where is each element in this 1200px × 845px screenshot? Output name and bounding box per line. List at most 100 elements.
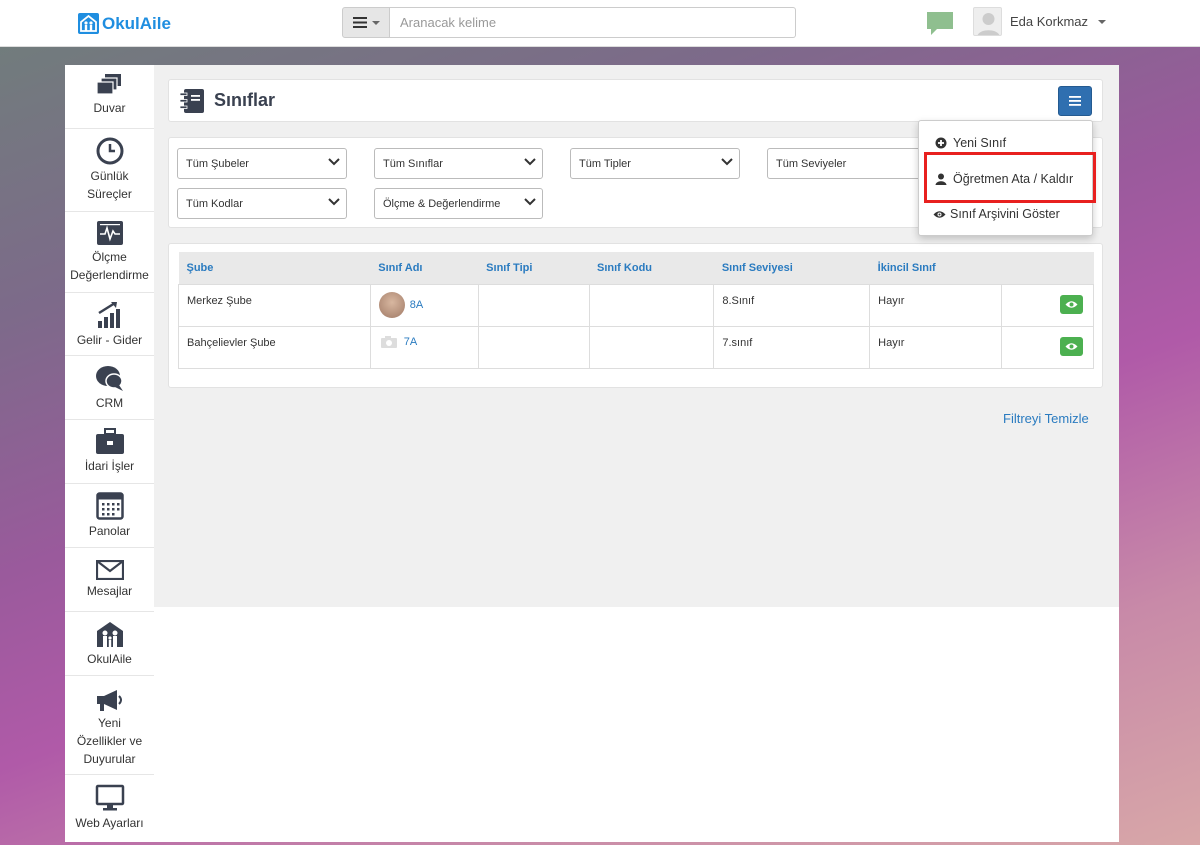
- highlight-box: [924, 152, 1096, 203]
- chat-bubbles-icon: [95, 366, 123, 391]
- type-filter-select[interactable]: Tüm Tipler: [570, 148, 740, 179]
- sidebar-item-label: Günlük Süreçler: [87, 169, 132, 201]
- sidebar-item-crm[interactable]: CRM: [65, 356, 154, 420]
- monitor-chart-icon: [96, 221, 123, 245]
- eye-icon: [1065, 300, 1078, 308]
- sidebar-item-label: OkulAile: [87, 652, 132, 666]
- brand-logo[interactable]: OkulAile: [78, 13, 171, 34]
- classes-table: Şube Sınıf Adı Sınıf Tipi Sınıf Kodu Sın…: [178, 252, 1095, 369]
- bar-growth-icon: [97, 301, 120, 328]
- column-header[interactable]: Sınıf Adı: [370, 252, 479, 285]
- cell-seviye: 7.sınıf: [713, 325, 871, 369]
- sidebar-item-label: Mesajlar: [86, 584, 133, 598]
- cell-sinif-kodu: [588, 325, 715, 369]
- table-row: Merkez Şube 8A 8.Sınıf Hayır: [178, 283, 1095, 327]
- page-header: Sınıflar: [168, 79, 1103, 122]
- eye-icon: [933, 210, 946, 218]
- user-menu[interactable]: Eda Korkmaz: [973, 7, 1107, 36]
- column-header[interactable]: Sınıf Kodu: [589, 252, 714, 285]
- sidebar-item-olcme-degerlendirme[interactable]: Ölçme Değerlendirme: [65, 212, 154, 293]
- eye-icon: [1065, 342, 1078, 350]
- family-logo-icon: [78, 13, 99, 34]
- select-value: Tüm Tipler: [579, 158, 631, 170]
- column-header[interactable]: Sınıf Seviyesi: [713, 252, 870, 285]
- table-row: Bahçelievler Şube 7A 7.sınıf Hayır: [178, 325, 1095, 369]
- avatar: [973, 7, 1002, 36]
- menu-item-show-archive[interactable]: Sınıf Arşivini Göster: [919, 202, 1092, 226]
- sidebar: Duvar Günlük Süreçler Ölçme Değerlendirm…: [65, 65, 154, 842]
- sidebar-item-yeni-ozellikler[interactable]: Yeni Özellikler ve Duyurular: [65, 676, 154, 775]
- sidebar-item-panolar[interactable]: Panolar: [65, 484, 154, 548]
- calendar-board-icon: [95, 492, 124, 520]
- cell-sinif-kodu: [588, 283, 715, 327]
- cell-actions: [1000, 325, 1095, 369]
- column-header[interactable]: Sınıf Tipi: [478, 252, 590, 285]
- briefcase-icon: [95, 428, 124, 454]
- select-value: Tüm Seviyeler: [776, 158, 847, 170]
- class-link[interactable]: 7A: [379, 334, 470, 350]
- class-photo: [378, 291, 405, 318]
- chevron-down-icon: [328, 158, 340, 166]
- sidebar-item-label: Duvar: [93, 101, 126, 115]
- chevron-down-icon: [721, 158, 733, 166]
- class-name: 7A: [403, 335, 418, 348]
- branch-filter-select[interactable]: Tüm Şubeler: [177, 148, 347, 179]
- chevron-down-icon: [524, 158, 536, 166]
- cell-ikincil: Hayır: [869, 283, 1002, 327]
- cell-sube: Bahçelievler Şube: [178, 325, 371, 369]
- chevron-down-icon: [1098, 19, 1107, 24]
- cell-sube: Merkez Şube: [178, 283, 371, 327]
- sidebar-item-label: Ölçme Değerlendirme: [70, 250, 149, 282]
- chevron-down-icon: [524, 198, 536, 206]
- view-button[interactable]: [1059, 294, 1083, 314]
- cell-actions: [1000, 283, 1095, 327]
- search-bar: [342, 7, 796, 38]
- sidebar-item-okulaile[interactable]: OkulAile: [65, 612, 154, 676]
- sidebar-item-label: Panolar: [88, 524, 131, 538]
- actions-menu-button[interactable]: [1058, 86, 1092, 116]
- classes-table-panel: Şube Sınıf Adı Sınıf Tipi Sınıf Kodu Sın…: [168, 243, 1103, 388]
- column-header[interactable]: Şube: [178, 252, 371, 285]
- sidebar-item-duvar[interactable]: Duvar: [65, 73, 154, 129]
- class-name: 8A: [409, 298, 424, 311]
- cell-seviye: 8.Sınıf: [713, 283, 871, 327]
- cell-sinif-adi: 8A: [369, 283, 479, 327]
- search-menu-button[interactable]: [342, 7, 390, 38]
- clear-filter-link[interactable]: Filtreyi Temizle: [1003, 411, 1089, 426]
- search-input[interactable]: [390, 7, 796, 38]
- megaphone-icon: [96, 690, 122, 711]
- cell-sinif-tipi: [477, 325, 590, 369]
- list-icon: [1069, 96, 1081, 106]
- column-header-actions: [1001, 252, 1094, 285]
- layers-icon: [95, 74, 121, 95]
- page-title: Sınıflar: [214, 90, 276, 110]
- sidebar-item-label: Gelir - Gider: [76, 333, 143, 347]
- sidebar-item-label: CRM: [95, 396, 124, 410]
- sidebar-item-label: Web Ayarları: [75, 816, 144, 830]
- chat-icon[interactable]: [926, 11, 954, 39]
- sidebar-item-web-ayarlari[interactable]: Web Ayarları: [65, 775, 154, 842]
- code-filter-select[interactable]: Tüm Kodlar: [177, 188, 347, 219]
- sidebar-item-mesajlar[interactable]: Mesajlar: [65, 548, 154, 612]
- select-value: Tüm Kodlar: [186, 198, 243, 210]
- assessment-filter-select[interactable]: Ölçme & Değerlendirme: [374, 188, 543, 219]
- plus-circle-icon: [935, 137, 947, 149]
- view-button[interactable]: [1059, 336, 1083, 356]
- top-bar: OkulAile Eda Korkmaz: [0, 0, 1200, 47]
- list-icon: [352, 17, 367, 28]
- sidebar-item-gunluk-surecler[interactable]: Günlük Süreçler: [65, 129, 154, 212]
- column-header[interactable]: İkincil Sınıf: [869, 252, 1002, 285]
- menu-item-label: Yeni Sınıf: [953, 136, 1007, 150]
- clock-icon: [96, 137, 123, 165]
- class-link[interactable]: 8A: [378, 291, 470, 318]
- sidebar-item-gelir-gider[interactable]: Gelir - Gider: [65, 293, 154, 356]
- brand-name: OkulAile: [102, 13, 171, 33]
- select-value: Tüm Sınıflar: [383, 158, 443, 170]
- class-filter-select[interactable]: Tüm Sınıflar: [374, 148, 543, 179]
- family-icon: [96, 622, 123, 647]
- cell-ikincil: Hayır: [869, 325, 1002, 369]
- cell-sinif-tipi: [477, 283, 590, 327]
- envelope-icon: [95, 560, 124, 580]
- sidebar-item-idari-isler[interactable]: İdari İşler: [65, 420, 154, 484]
- level-filter-select[interactable]: Tüm Seviyeler: [767, 148, 937, 179]
